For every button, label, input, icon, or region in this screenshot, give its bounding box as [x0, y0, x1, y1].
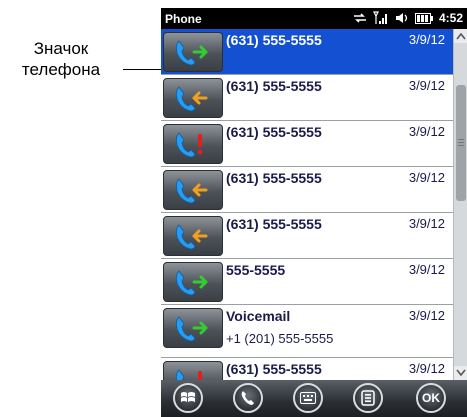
call-log-row[interactable]: Voicemail +1 (201) 555-5555 3/9/12 — [161, 305, 453, 358]
outgoing-call-phone-icon[interactable] — [163, 32, 223, 72]
callout-pointer-line — [123, 69, 163, 70]
keyboard-icon[interactable] — [293, 383, 323, 413]
windows-start-icon[interactable] — [173, 383, 203, 413]
scroll-down-button[interactable] — [454, 366, 467, 380]
outgoing-call-phone-icon[interactable] — [163, 262, 223, 302]
call-log-row[interactable]: (631) 555-5555 3/9/12 — [161, 213, 453, 259]
call-date: 3/9/12 — [408, 32, 445, 47]
ok-button[interactable]: OK — [416, 383, 446, 413]
caller-name: (631) 555-5555 — [226, 216, 322, 232]
missed-call-phone-icon[interactable] — [163, 124, 223, 164]
call-log-row[interactable]: (631) 555-5555 3/9/12 — [161, 29, 453, 75]
call-date: 3/9/12 — [408, 78, 445, 93]
scroll-grip-line — [458, 145, 464, 146]
call-history-list: (631) 555-5555 3/9/12 (631) 555-5555 3/9/1… — [161, 29, 453, 380]
call-date: 3/9/12 — [408, 170, 445, 185]
signal-icon[interactable] — [372, 11, 389, 25]
call-date: 3/9/12 — [408, 124, 445, 139]
call-log-row[interactable]: (631) 555-5555 3/9/12 — [161, 167, 453, 213]
clock-time[interactable]: 4:52 — [439, 11, 463, 25]
caller-name: (631) 555-5555 — [226, 32, 322, 48]
call-log-row[interactable]: (631) 555-5555 3/9/12 — [161, 75, 453, 121]
incoming-call-phone-icon[interactable] — [163, 216, 223, 256]
caller-name: (631) 555-5555 — [226, 78, 322, 94]
call-log-row[interactable]: (631) 555-5555 3/9/12 — [161, 121, 453, 167]
call-log-row[interactable]: 555-5555 3/9/12 — [161, 259, 453, 305]
missed-call-phone-icon[interactable] — [163, 361, 223, 380]
device-screen: Phone 4:52 (631) 555-5555 3/9/12 (631) 55… — [161, 8, 467, 417]
caller-number: +1 (201) 555-5555 — [226, 331, 334, 346]
ok-button-label: OK — [422, 391, 440, 405]
incoming-call-phone-icon[interactable] — [163, 78, 223, 118]
caller-name: (631) 555-5555 — [226, 124, 322, 140]
status-bar: Phone 4:52 — [161, 8, 467, 29]
call-date: 3/9/12 — [408, 308, 445, 323]
caller-name: (631) 555-5555 — [226, 170, 322, 186]
scroll-up-button[interactable] — [454, 29, 467, 43]
callout-line2: телефона — [21, 60, 101, 79]
call-date: 3/9/12 — [408, 361, 445, 376]
sync-icon[interactable] — [353, 11, 367, 25]
menu-icon[interactable] — [353, 383, 383, 413]
status-icons: 4:52 — [353, 11, 463, 25]
call-date: 3/9/12 — [408, 216, 445, 231]
softkey-bar: OK — [161, 380, 467, 417]
callout-label: Значок телефона — [0, 38, 122, 80]
incoming-call-phone-icon[interactable] — [163, 170, 223, 210]
phone-icon[interactable] — [233, 383, 263, 413]
call-date: 3/9/12 — [408, 262, 445, 277]
callout-line1: Значок — [33, 39, 89, 58]
scrollbar[interactable] — [453, 29, 467, 380]
caller-name: 555-5555 — [226, 262, 286, 278]
outgoing-call-phone-icon[interactable] — [163, 308, 223, 348]
caller-name: (631) 555-5555 — [226, 361, 322, 377]
app-title: Phone — [165, 12, 202, 26]
scroll-grip-line — [458, 139, 464, 140]
caller-name: Voicemail — [226, 308, 291, 324]
call-log-row[interactable]: (631) 555-5555 3/9/12 — [161, 358, 453, 380]
battery-icon[interactable] — [414, 11, 433, 25]
speaker-icon[interactable] — [395, 11, 409, 25]
scroll-thumb[interactable] — [456, 85, 466, 201]
scroll-grip-line — [458, 142, 464, 143]
